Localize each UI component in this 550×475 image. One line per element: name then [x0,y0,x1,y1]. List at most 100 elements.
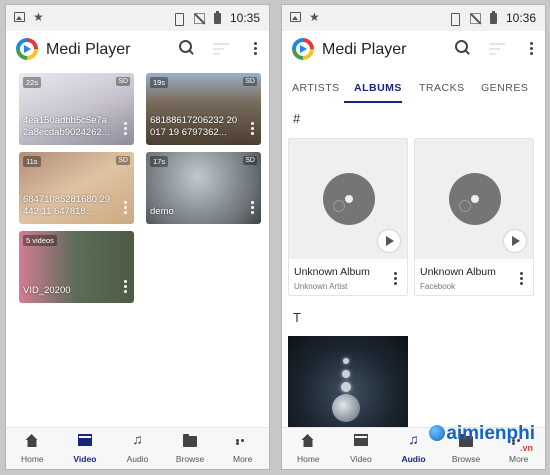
video-item[interactable]: 19s SD 68188617206232 20017 19 6797362..… [146,73,261,145]
music-note-icon: ♫ [408,431,419,447]
play-icon[interactable] [378,230,400,252]
vibrate-icon [172,12,185,26]
video-icon [353,434,368,446]
app-logo-icon [16,38,38,60]
video-item[interactable]: 11s SD 68471085281680 29442 11 647818... [19,152,134,224]
phone-video-screen: ★ 10:35 Medi Player 22s SD 4ea150adbb5c5… [5,4,270,470]
video-title: VID_20200 [23,285,71,296]
nav-label: Browse [451,454,481,464]
moon-shape [341,382,351,392]
watermark-ball-icon [429,425,446,441]
status-bar: ★ 10:35 [6,5,269,31]
nav-label: Browse [175,454,205,464]
nav-label: Audio [401,454,426,464]
video-count-badge: 5 videos [23,235,57,246]
watermark-logo: aimienphi .vn [429,423,535,453]
video-options-icon[interactable] [124,280,128,295]
music-note-icon: ♫ [132,431,143,447]
tab-albums[interactable]: ALBUMS [354,82,402,94]
album-art [289,139,407,259]
planet-shape [332,394,360,422]
nav-label: Video [350,454,372,464]
folder-icon [183,434,198,447]
video-item[interactable]: 17s SD demo [146,152,261,224]
video-title: 68471085281680 29442 11 647818... [23,194,111,217]
nav-video[interactable]: Video [335,428,388,469]
image-notification-icon [14,12,25,22]
clock: 10:36 [505,11,536,25]
disc-icon [449,173,501,225]
app-bar: Medi Player [6,32,269,72]
album-title: Unknown Album [294,266,370,278]
image-notification-icon [290,12,301,22]
nav-browse[interactable]: Browse [164,428,217,469]
search-icon[interactable] [179,40,193,54]
more-horizontal-icon [235,439,250,445]
album-cover-art[interactable] [288,336,408,431]
app-logo-icon [292,38,314,60]
star-notification-icon: ★ [309,10,320,24]
battery-icon [213,10,221,24]
sort-icon[interactable] [213,43,229,58]
video-icon [77,434,92,446]
status-bar: ★ 10:36 [282,5,545,31]
duration-badge: 19s [150,77,169,88]
section-header: T [293,310,301,325]
play-icon[interactable] [504,230,526,252]
album-title: Unknown Album [420,266,496,278]
quality-badge: SD [116,77,130,86]
video-title: 68188617206232 20017 19 6797362... [150,115,238,138]
overflow-menu-icon[interactable] [530,42,534,57]
nav-label: More [232,454,253,464]
album-card[interactable]: Unknown Album Unknown Artist [288,138,408,296]
app-bar: Medi Player [282,32,545,72]
quality-badge: SD [243,77,257,86]
bottom-navigation: Home Video ♫ Audio Browse More [6,427,269,469]
video-options-icon[interactable] [251,201,255,216]
home-icon [301,434,315,447]
sort-icon[interactable] [489,43,505,58]
vibrate-icon [448,12,461,26]
nav-more[interactable]: More [216,428,269,469]
duration-badge: 11s [23,156,41,167]
video-options-icon[interactable] [124,122,128,137]
album-options-icon[interactable] [394,272,398,287]
clock: 10:35 [229,11,260,25]
video-options-icon[interactable] [251,122,255,137]
no-signal-icon [193,12,205,24]
nav-audio[interactable]: ♫ Audio [111,428,164,469]
no-signal-icon [469,12,481,24]
video-item[interactable]: 22s SD 4ea150adbb5c5e7a 2a8ecdab9024262.… [19,73,134,145]
tab-tracks[interactable]: TRACKS [419,82,465,94]
watermark-domain: .vn [519,443,533,453]
section-header: # [293,111,301,126]
quality-badge: SD [243,156,257,165]
nav-label: Audio [126,454,149,464]
nav-label: Home [20,454,44,464]
video-folder-item[interactable]: 5 videos VID_20200 [19,231,134,303]
nav-home[interactable]: Home [6,428,59,469]
album-artist: Unknown Artist [294,282,348,291]
nav-video[interactable]: Video [59,428,112,469]
tab-genres[interactable]: GENRES [481,82,528,94]
album-art [415,139,533,259]
phone-audio-screen: ★ 10:36 Medi Player ARTISTS ALBUMS TRACK… [281,4,546,470]
album-card[interactable]: Unknown Album Facebook [414,138,534,296]
nav-label: Home [296,454,320,464]
quality-badge: SD [116,156,130,165]
overflow-menu-icon[interactable] [254,42,258,57]
duration-badge: 22s [23,77,42,88]
watermark-text: aimienphi [446,423,535,444]
nav-home[interactable]: Home [282,428,335,469]
duration-badge: 17s [150,156,169,167]
video-options-icon[interactable] [124,201,128,216]
active-tab-indicator [344,101,402,103]
tab-artists[interactable]: ARTISTS [292,82,340,94]
moon-shape [343,358,349,364]
nav-label: Video [73,454,97,464]
app-title: Medi Player [322,41,407,58]
audio-tabs: ARTISTS ALBUMS TRACKS GENRES [282,73,545,103]
search-icon[interactable] [455,40,469,54]
album-artist: Facebook [420,282,456,291]
album-options-icon[interactable] [520,272,524,287]
